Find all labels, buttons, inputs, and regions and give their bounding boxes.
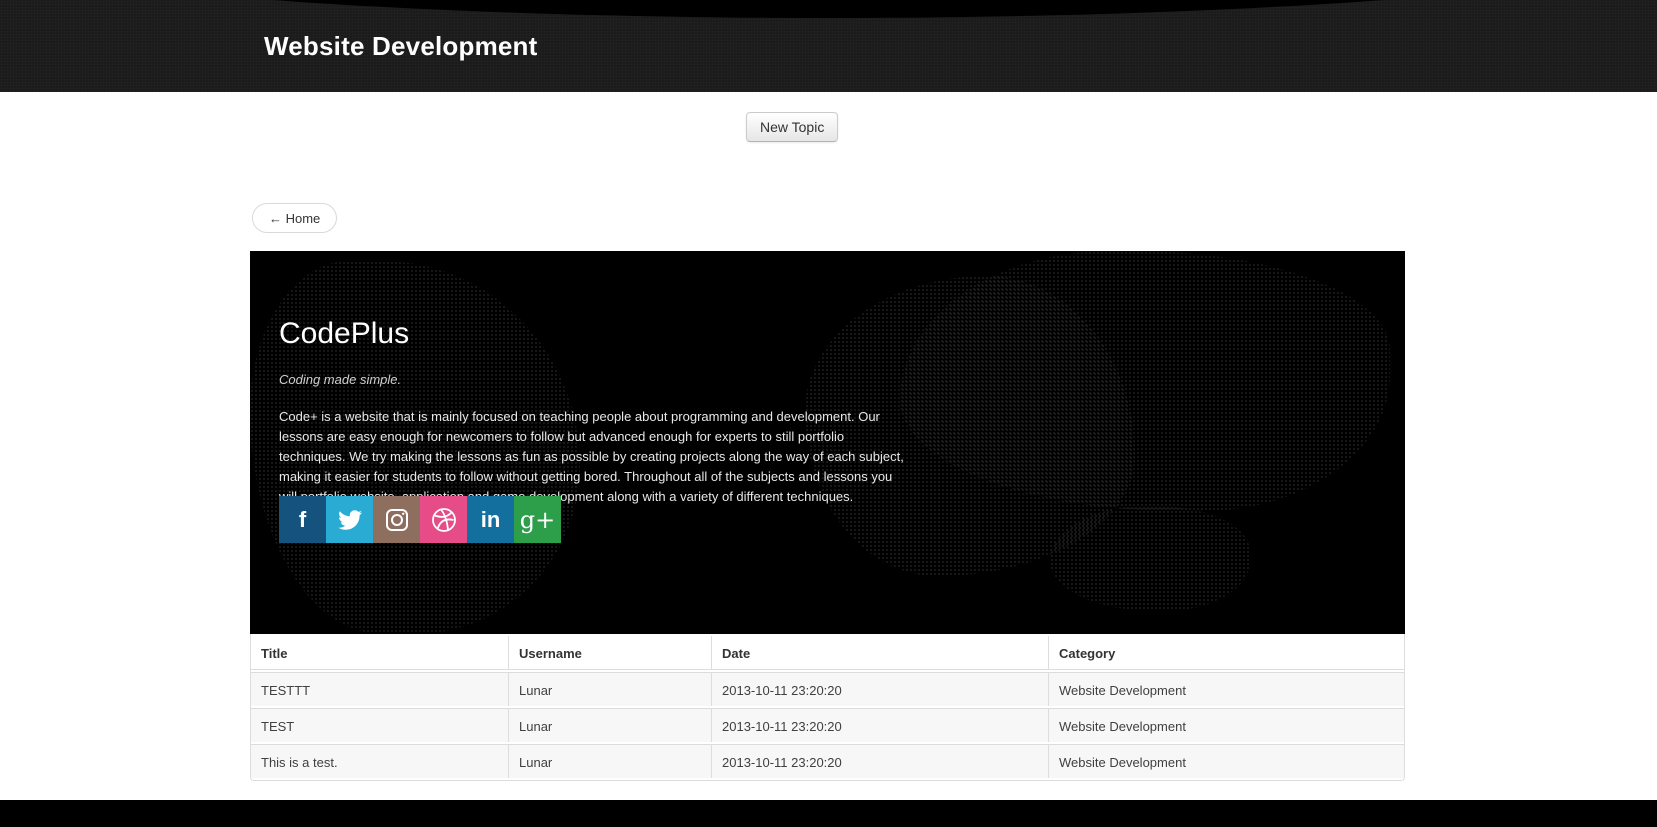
googleplus-glyph: g+ — [519, 505, 556, 534]
instagram-camera-glyph — [385, 508, 408, 531]
new-topic-button[interactable]: New Topic — [746, 112, 839, 142]
facebook-glyph: f — [298, 506, 307, 532]
page-footer — [0, 800, 1657, 827]
column-header-category: Category — [1048, 636, 1404, 670]
brand-tagline: Coding made simple. — [279, 372, 402, 387]
table-row[interactable]: TESTTT Lunar 2013-10-11 23:20:20 Website… — [251, 672, 1404, 706]
linkedin-icon[interactable]: in — [467, 496, 514, 543]
cell-username: Lunar — [508, 708, 711, 742]
main-content: CodePlus Coding made simple. Code+ is a … — [250, 251, 1405, 781]
brand-description: Code+ is a website that is mainly focuse… — [279, 409, 904, 504]
instagram-icon[interactable] — [373, 496, 420, 543]
cell-category: Website Development — [1048, 672, 1404, 706]
dribbble-icon[interactable] — [420, 496, 467, 543]
cell-username: Lunar — [508, 672, 711, 706]
brand-title: CodePlus — [279, 317, 410, 350]
topics-table: Title Username Date Category TESTTT Luna… — [250, 634, 1405, 781]
googleplus-icon[interactable]: g+ — [514, 496, 561, 543]
cell-date: 2013-10-11 23:20:20 — [711, 744, 1048, 778]
social-links: f in g+ — [279, 496, 561, 543]
page-title: Website Development — [264, 31, 538, 61]
hero-panel: CodePlus Coding made simple. Code+ is a … — [250, 251, 1405, 634]
hero-content: CodePlus Coding made simple. Code+ is a … — [250, 251, 1405, 507]
page-header: Website Development — [0, 0, 1657, 92]
table-row[interactable]: This is a test. Lunar 2013-10-11 23:20:2… — [251, 744, 1404, 778]
facebook-icon[interactable]: f — [279, 496, 326, 543]
worldmap-dots-decoration — [1050, 506, 1250, 611]
cell-username: Lunar — [508, 744, 711, 778]
twitter-icon[interactable] — [326, 496, 373, 543]
column-header-title: Title — [251, 636, 508, 670]
cell-title: TEST — [251, 708, 508, 742]
home-button[interactable]: ← Home — [252, 203, 338, 233]
topics-body: TESTTT Lunar 2013-10-11 23:20:20 Website… — [251, 672, 1404, 778]
linkedin-glyph: in — [480, 506, 501, 532]
cell-date: 2013-10-11 23:20:20 — [711, 672, 1048, 706]
cell-category: Website Development — [1048, 708, 1404, 742]
dribbble-ball-glyph — [431, 507, 456, 532]
cell-title: This is a test. — [251, 744, 508, 778]
twitter-bird-glyph — [337, 509, 362, 530]
table-row[interactable]: TEST Lunar 2013-10-11 23:20:20 Website D… — [251, 708, 1404, 742]
column-header-username: Username — [508, 636, 711, 670]
cell-category: Website Development — [1048, 744, 1404, 778]
cell-date: 2013-10-11 23:20:20 — [711, 708, 1048, 742]
column-header-date: Date — [711, 636, 1048, 670]
cell-title: TESTTT — [251, 672, 508, 706]
table-header-row: Title Username Date Category — [251, 636, 1404, 670]
